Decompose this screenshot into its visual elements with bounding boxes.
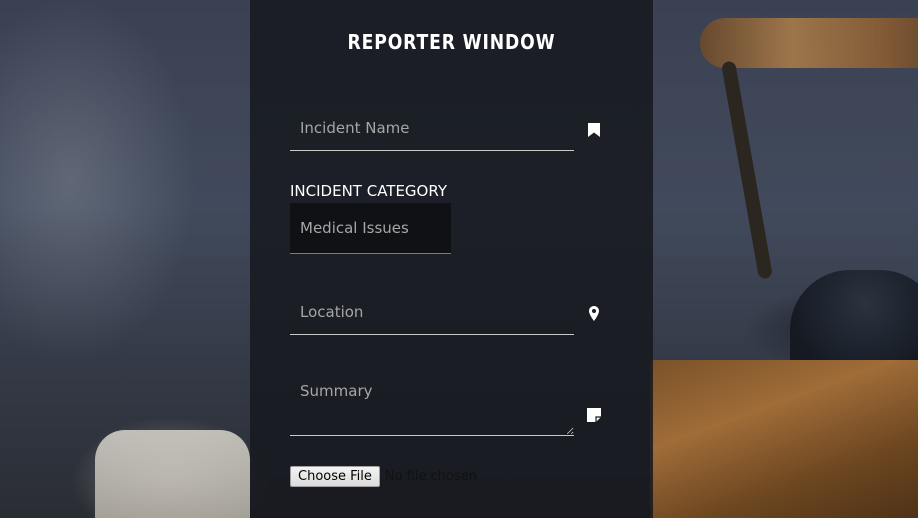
file-status-text: No file chosen: [384, 469, 477, 484]
choose-file-button[interactable]: Choose File: [290, 466, 380, 487]
file-upload-row: Choose File No file chosen: [290, 466, 477, 487]
note-icon: [587, 407, 603, 423]
bookmark-icon: [588, 122, 604, 138]
phone-arm-decoration: [721, 60, 773, 280]
map-pin-icon: [589, 306, 605, 322]
reporter-form-panel: REPORTER WINDOW INCIDENT CATEGORY Medica…: [250, 0, 653, 518]
form-title: REPORTER WINDOW: [347, 30, 556, 54]
handset-decoration: [95, 430, 250, 518]
phone-handle-decoration: [700, 18, 918, 68]
summary-textarea[interactable]: [290, 370, 574, 436]
incident-name-input[interactable]: [290, 105, 574, 151]
location-input[interactable]: [290, 289, 574, 335]
wood-block-decoration: [650, 360, 918, 518]
incident-category-label: INCIDENT CATEGORY: [290, 182, 447, 200]
incident-category-select[interactable]: Medical Issues: [290, 203, 451, 254]
